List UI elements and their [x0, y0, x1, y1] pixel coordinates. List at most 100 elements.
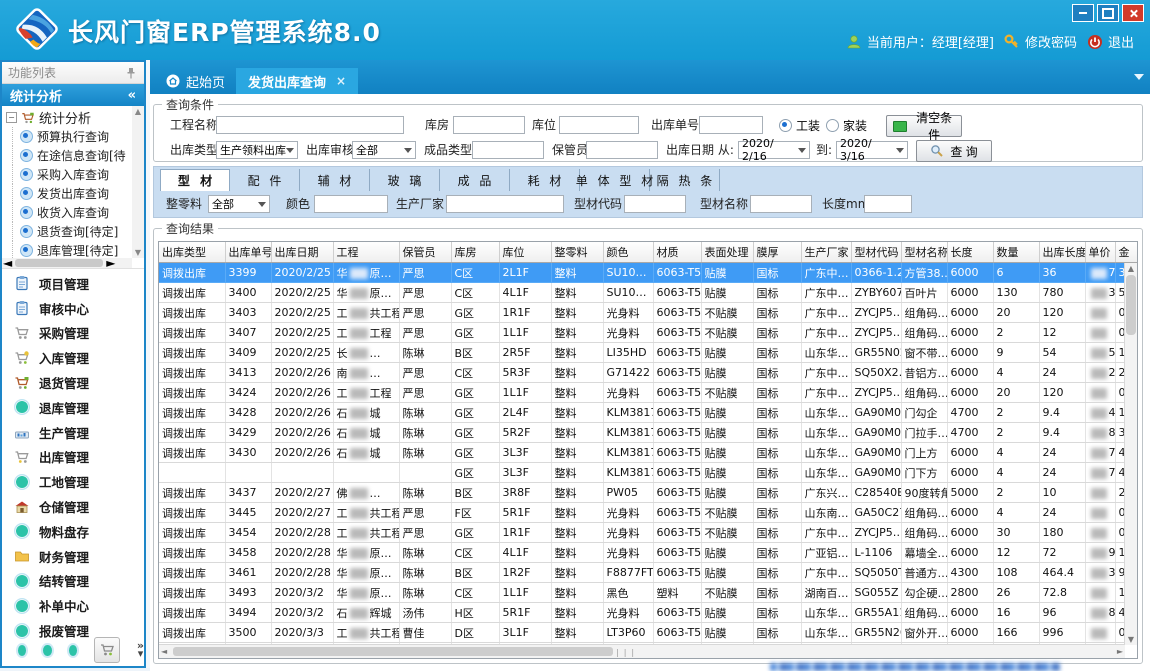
table-row[interactable]: 调拨出库34282020/2/26石城陈琳G区2L4F整料KLM38176063…: [159, 403, 1137, 423]
column-header-型材代码[interactable]: 型材代码: [851, 242, 901, 263]
scroll-right-icon[interactable]: ►: [106, 256, 115, 269]
tree-item[interactable]: 退货查询[待定]: [2, 222, 132, 241]
module-dot-icon[interactable]: [18, 645, 26, 656]
tree-vertical-scrollbar[interactable]: ▲ ▼: [132, 106, 144, 258]
tab-home[interactable]: 起始页: [154, 68, 237, 94]
column-header-出库长度[interactable]: 出库长度: [1039, 242, 1085, 263]
sidebar-item-审核中心[interactable]: 审核中心: [2, 296, 144, 321]
tree-item[interactable]: 发货出库查询: [2, 184, 132, 203]
tree-item[interactable]: 预算执行查询: [2, 127, 132, 146]
logout[interactable]: 退出: [1087, 32, 1134, 51]
radio-gongzhuang[interactable]: 工装: [779, 117, 820, 134]
sidebar-item-生产管理[interactable]: 生产管理: [2, 420, 144, 445]
audit-select[interactable]: 全部: [352, 141, 416, 159]
grid-horizontal-scrollbar[interactable]: ◄ ❘❘❘ ►: [159, 644, 1125, 658]
tree-horizontal-scrollbar[interactable]: ◄ ►: [2, 258, 132, 268]
column-header-库房[interactable]: 库房: [451, 242, 499, 263]
material-tab-辅材[interactable]: 辅 材: [300, 169, 370, 191]
clear-conditions-button[interactable]: 清空条件: [886, 115, 962, 137]
scroll-left-icon[interactable]: ◄: [161, 647, 167, 656]
column-header-整零料[interactable]: 整零料: [551, 242, 603, 263]
pin-icon[interactable]: [124, 66, 138, 80]
material-tab-玻璃[interactable]: 玻 璃: [370, 169, 440, 191]
color-input[interactable]: [314, 195, 388, 213]
column-header-颜色[interactable]: 颜色: [603, 242, 653, 263]
tab-overflow-icon[interactable]: [1134, 74, 1144, 80]
table-row[interactable]: 调拨出库35002020/3/3工共工程曹佳D区3L1F整料LT3P606063…: [159, 623, 1137, 643]
warehouse-input[interactable]: [453, 116, 525, 134]
column-header-型材名称[interactable]: 型材名称: [901, 242, 947, 263]
column-header-出库单号[interactable]: 出库单号: [225, 242, 271, 263]
scroll-up-icon[interactable]: ▲: [1125, 264, 1137, 273]
column-header-长度[interactable]: 长度: [947, 242, 993, 263]
table-row[interactable]: 调拨出库34302020/2/26石城陈琳G区3L3F整料KLM38176063…: [159, 443, 1137, 463]
name-input[interactable]: [750, 195, 812, 213]
table-row[interactable]: 调拨出库34932020/3/2华原…陈琳C区1L1F整料黑色塑料不贴膜国标湖南…: [159, 583, 1137, 603]
sidebar-item-项目管理[interactable]: 项目管理: [2, 271, 144, 296]
table-row[interactable]: 调拨出库34582020/2/28华原…陈琳C区4L1F整料光身料6063-T5…: [159, 543, 1137, 563]
sidebar-item-结转管理[interactable]: 结转管理: [2, 569, 144, 594]
table-row[interactable]: 调拨出库34542020/2/28工共工程严思G区1R1F整料光身料6063-T…: [159, 523, 1137, 543]
sidebar-item-退货管理[interactable]: 退货管理: [2, 370, 144, 395]
section-bar[interactable]: 统计分析 «: [2, 84, 144, 106]
material-tab-单体型材[interactable]: 单 体 型 材: [580, 169, 650, 191]
radio-jiazhuang[interactable]: 家装: [826, 117, 867, 134]
material-tab-成品[interactable]: 成 品: [440, 169, 510, 191]
date-to-select[interactable]: 2020/ 3/16: [836, 141, 908, 159]
column-header-生产厂家[interactable]: 生产厂家: [801, 242, 851, 263]
table-row[interactable]: 调拨出库34242020/2/26工工程严思G区1L1F整料光身料6063-T5…: [159, 383, 1137, 403]
column-header-工程[interactable]: 工程: [333, 242, 399, 263]
material-tab-耗材[interactable]: 耗 材: [510, 169, 580, 191]
tab-shipment-query[interactable]: 发货出库查询 ×: [236, 68, 358, 94]
close-button[interactable]: [1122, 4, 1144, 22]
table-row[interactable]: 调拨出库34092020/2/25长…陈琳B区2R5F整料LI35HD6063-…: [159, 343, 1137, 363]
table-row[interactable]: 调拨出库34292020/2/26石城陈琳G区5R2F整料KLM38176063…: [159, 423, 1137, 443]
code-input[interactable]: [624, 195, 686, 213]
table-row[interactable]: 调拨出库33992020/2/25华原…严思C区2L1F整料SU10…6063-…: [159, 263, 1137, 283]
sidebar-item-退库管理[interactable]: 退库管理: [2, 395, 144, 420]
scroll-up-icon[interactable]: ▲: [132, 106, 144, 117]
scroll-down-icon[interactable]: ▼: [132, 247, 144, 258]
material-tab-隔热条[interactable]: 隔 热 条: [650, 169, 720, 191]
table-row[interactable]: G区3L3F整料KLM38176063-T5贴膜国标山东华…GA90M09.门下…: [159, 463, 1137, 483]
tree-item[interactable]: 在途信息查询[待: [2, 146, 132, 165]
sidebar-item-补单中心[interactable]: 补单中心: [2, 593, 144, 618]
sidebar-item-财务管理[interactable]: 财务管理: [2, 544, 144, 569]
tree-item[interactable]: 采购入库查询: [2, 165, 132, 184]
minimize-button[interactable]: [1072, 4, 1094, 22]
whole-part-select[interactable]: 全部: [208, 195, 270, 213]
out-type-select[interactable]: 生产领料出库: [216, 141, 298, 159]
material-tab-配件[interactable]: 配 件: [230, 169, 300, 191]
column-header-出库日期[interactable]: 出库日期: [271, 242, 333, 263]
column-header-数量[interactable]: 数量: [993, 242, 1039, 263]
collapse-icon[interactable]: «: [128, 88, 136, 103]
column-header-表面处理[interactable]: 表面处理: [701, 242, 753, 263]
material-tab-型材[interactable]: 型 材: [160, 169, 230, 191]
change-password[interactable]: 修改密码: [1004, 32, 1077, 51]
tree-expander-icon[interactable]: −: [6, 112, 17, 123]
table-row[interactable]: 调拨出库34612020/2/28华原…陈琳B区1R2F整料F8877FT606…: [159, 563, 1137, 583]
module-dot-icon[interactable]: [69, 645, 77, 656]
tree-root[interactable]: −统计分析: [2, 108, 132, 127]
module-dot-icon[interactable]: [43, 645, 51, 656]
column-header-材质[interactable]: 材质: [653, 242, 701, 263]
scroll-left-icon[interactable]: ◄: [3, 256, 12, 269]
sidebar-item-物料盘存[interactable]: 物料盘存: [2, 519, 144, 544]
table-row[interactable]: 调拨出库34452020/2/27工共工程严思F区5R1F整料光身料6063-T…: [159, 503, 1137, 523]
column-header-膜厚[interactable]: 膜厚: [753, 242, 801, 263]
statistics-module-button[interactable]: [94, 637, 120, 663]
column-header-保管员[interactable]: 保管员: [399, 242, 451, 263]
table-row[interactable]: 调拨出库34032020/2/25工共工程严思G区1R1F整料光身料6063-T…: [159, 303, 1137, 323]
sidebar-item-出库管理[interactable]: 出库管理: [2, 445, 144, 470]
date-from-select[interactable]: 2020/ 2/16: [738, 141, 810, 159]
sidebar-item-入库管理[interactable]: 入库管理: [2, 345, 144, 370]
column-header-单价[interactable]: 单价: [1085, 242, 1115, 263]
project-name-input[interactable]: [216, 116, 404, 134]
more-modules-button[interactable]: »▾: [137, 642, 144, 658]
sidebar-item-采购管理[interactable]: 采购管理: [2, 321, 144, 346]
sidebar-item-工地管理[interactable]: 工地管理: [2, 469, 144, 494]
table-row[interactable]: 调拨出库34942020/3/2石辉城汤伟H区5R1F整料光身料6063-T5贴…: [159, 603, 1137, 623]
length-input[interactable]: [864, 195, 912, 213]
keeper-input[interactable]: [586, 141, 658, 159]
order-no-input[interactable]: [699, 116, 763, 134]
